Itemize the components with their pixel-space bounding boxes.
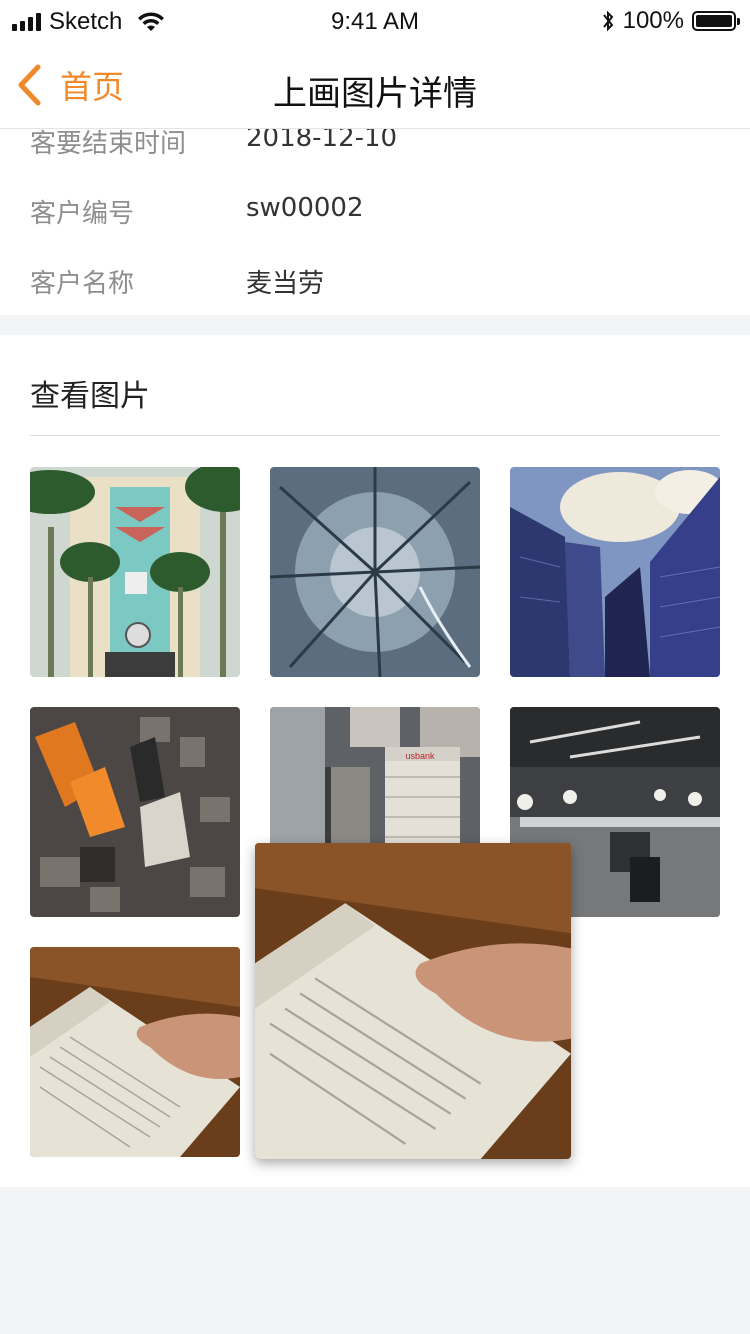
info-row-partial: 客要结束时间 2018-12-10	[0, 129, 750, 175]
info-row-customer-name: 客户名称 麦当劳	[0, 245, 750, 315]
gallery-card: 查看图片 usbank	[0, 335, 750, 1187]
info-value: sw00002	[246, 193, 364, 223]
nav-bar: 首页 上画图片详情	[0, 42, 750, 129]
photo-snowy-forest[interactable]	[270, 467, 480, 677]
photo-palm-building[interactable]	[30, 467, 240, 677]
page-title: 上画图片详情	[273, 74, 477, 114]
gallery-title: 查看图片	[30, 379, 150, 414]
info-value: 2018-12-10	[246, 129, 398, 153]
divider	[30, 435, 720, 436]
tower-sign: usbank	[405, 751, 435, 761]
info-label: 客户名称	[30, 269, 135, 299]
photo-reading-book-dragging[interactable]	[255, 843, 571, 1159]
photo-reading-book[interactable]	[30, 947, 240, 1157]
photo-glass-skyscrapers[interactable]	[510, 467, 720, 677]
battery-icon	[692, 11, 740, 31]
bluetooth-icon	[602, 10, 613, 32]
info-label: 客要结束时间	[30, 129, 187, 159]
info-label: 客户编号	[30, 199, 135, 229]
info-value: 麦当劳	[246, 269, 325, 299]
photo-city-aerial[interactable]	[30, 707, 240, 917]
info-row-customer-id: 客户编号 sw00002	[0, 175, 750, 245]
battery-percent: 100%	[622, 7, 684, 34]
customer-info-card: 客要结束时间 2018-12-10 客户编号 sw00002 客户名称 麦当劳	[0, 129, 750, 315]
status-bar: Sketch 9:41 AM 100%	[0, 0, 750, 42]
